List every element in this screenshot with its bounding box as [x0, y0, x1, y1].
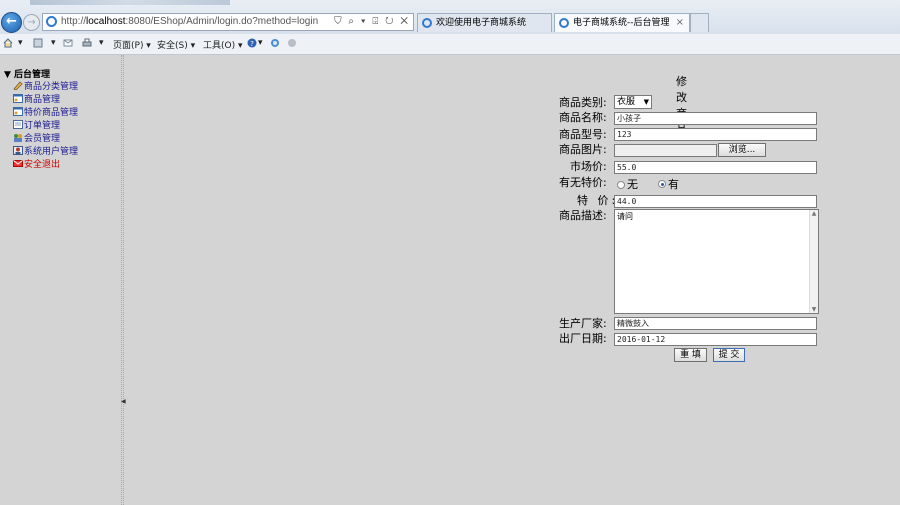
exit-icon [13, 160, 23, 167]
name-label: 商品名称: [559, 111, 607, 124]
sidebar-item-special-products[interactable]: 特价商品管理 [13, 107, 78, 119]
ie-tab-icon [422, 18, 432, 28]
sidebar-item-label: 订单管理 [24, 121, 61, 131]
print-icon[interactable] [82, 38, 92, 48]
document-icon [13, 120, 23, 129]
category-select[interactable]: 衣服 ▼ [614, 95, 652, 109]
url-host: localhost [86, 16, 126, 27]
reset-button[interactable]: 重 填 [674, 348, 707, 362]
special-label: 有无特价: [559, 176, 607, 189]
ie-tab-icon [559, 18, 569, 28]
sidebar-item-logout[interactable]: 安全退出 [13, 159, 60, 171]
tools-menu[interactable]: 工具(O) ▾ [203, 38, 243, 51]
sidebar-item-members[interactable]: 会员管理 [13, 133, 60, 145]
textarea-scrollbar[interactable]: ▲ ▼ [809, 210, 818, 313]
category-selected-value: 衣服 [617, 97, 636, 107]
sidebar-item-system-users[interactable]: 系统用户管理 [13, 146, 78, 158]
safety-menu[interactable]: 安全(S) ▾ [157, 38, 195, 51]
address-tools[interactable]: ⛉ ⌕ ▾ ⌹ ↻ ✕ [334, 14, 410, 30]
window-icon [13, 107, 23, 116]
browser-chrome: ← → http://localhost:8080/EShop/Admin/lo… [0, 0, 900, 35]
forward-button[interactable]: → [23, 14, 40, 31]
image-label: 商品图片: [559, 143, 607, 156]
mail-icon[interactable] [63, 38, 73, 48]
home-dropdown[interactable]: ▾ [18, 38, 23, 48]
tab-label: 电子商城系统--后台管理 [573, 18, 670, 28]
address-url[interactable]: http://localhost:8080/EShop/Admin/login.… [61, 14, 318, 30]
url-path: :8080/EShop/Admin/login.do?method=login [125, 16, 319, 27]
special-yes-label[interactable]: 有 [668, 178, 679, 191]
close-tab-icon[interactable]: × [676, 14, 684, 32]
description-label: 商品描述: [559, 209, 607, 222]
back-button[interactable]: ← [1, 12, 22, 33]
sidebar-item-label: 商品管理 [24, 95, 61, 105]
svg-text:?: ? [250, 40, 254, 48]
feeds-icon[interactable] [33, 38, 43, 48]
special-no-radio[interactable] [617, 181, 625, 189]
help-icon[interactable]: ? [247, 38, 257, 48]
browse-button[interactable]: 浏览... [718, 143, 766, 157]
page-menu[interactable]: 页面(P) ▾ [113, 38, 151, 51]
title-strip [30, 0, 230, 5]
sidebar-item-label: 商品分类管理 [24, 82, 79, 92]
frame-splitter[interactable]: ◀ [121, 55, 126, 505]
help-dropdown[interactable]: ▾ [258, 38, 263, 48]
market-price-label: 市场价: [570, 160, 607, 173]
image-path-field[interactable] [614, 144, 717, 157]
command-bar: ▾ ▾ ▾ 页面(P) ▾ 安全(S) ▾ 工具(O) ▾ ? ▾ [0, 34, 900, 55]
special-no-label[interactable]: 无 [627, 178, 638, 191]
messenger-icon[interactable] [287, 38, 297, 48]
sidebar-item-label: 系统用户管理 [24, 147, 79, 157]
home-icon[interactable] [3, 38, 13, 48]
url-scheme: http:// [61, 16, 87, 27]
special-yes-radio[interactable] [658, 180, 666, 188]
manufacturer-label: 生产厂家: [559, 317, 607, 330]
manufacturer-field[interactable]: 精微鼓入 [614, 317, 817, 330]
tree-root-admin[interactable]: ▼ 后台管理 [4, 67, 50, 80]
description-text: 请问 [617, 212, 633, 221]
feeds-dropdown[interactable]: ▾ [51, 38, 56, 48]
collapse-arrow-icon[interactable]: ◀ [121, 398, 126, 405]
sidebar-item-orders[interactable]: 订单管理 [13, 120, 60, 132]
new-tab-button[interactable] [690, 13, 709, 32]
pencil-icon [13, 81, 23, 90]
model-label: 商品型号: [559, 128, 607, 141]
special-price-field[interactable]: 44.0 [614, 195, 817, 208]
date-field[interactable]: 2016-01-12 [614, 333, 817, 346]
sidebar-item-label: 特价商品管理 [24, 108, 79, 118]
tab-welcome[interactable]: 欢迎使用电子商城系统 [417, 13, 552, 32]
tab-label: 欢迎使用电子商城系统 [436, 18, 527, 28]
tab-admin[interactable]: 电子商城系统--后台管理 × [554, 13, 690, 32]
sidebar-item-label: 安全退出 [24, 160, 61, 170]
address-bar[interactable]: http://localhost:8080/EShop/Admin/login.… [42, 13, 414, 31]
user-card-icon [13, 146, 23, 155]
sidebar: ▼ 后台管理 商品分类管理 商品管理 特价商品管理 订单管理 会员管理 系统用户… [0, 55, 121, 505]
research-icon[interactable] [270, 38, 280, 48]
market-price-field[interactable]: 55.0 [614, 161, 817, 174]
users-icon [14, 134, 22, 142]
sidebar-item-products[interactable]: 商品管理 [13, 94, 60, 106]
window-icon [13, 94, 23, 103]
date-label: 出厂日期: [559, 332, 607, 345]
model-field[interactable]: 123 [614, 128, 817, 141]
submit-button[interactable]: 提 交 [713, 348, 745, 362]
category-label: 商品类别: [559, 96, 607, 109]
description-textarea[interactable]: 请问 ▲ ▼ [614, 209, 819, 314]
sidebar-item-label: 会员管理 [24, 134, 61, 144]
ie-page-icon [46, 16, 57, 27]
chevron-down-icon: ▼ [643, 98, 649, 106]
name-field[interactable]: 小孩子 [614, 112, 817, 125]
sidebar-item-category[interactable]: 商品分类管理 [13, 81, 78, 93]
special-price-label: 特 价: [577, 194, 619, 207]
print-dropdown[interactable]: ▾ [99, 38, 104, 48]
